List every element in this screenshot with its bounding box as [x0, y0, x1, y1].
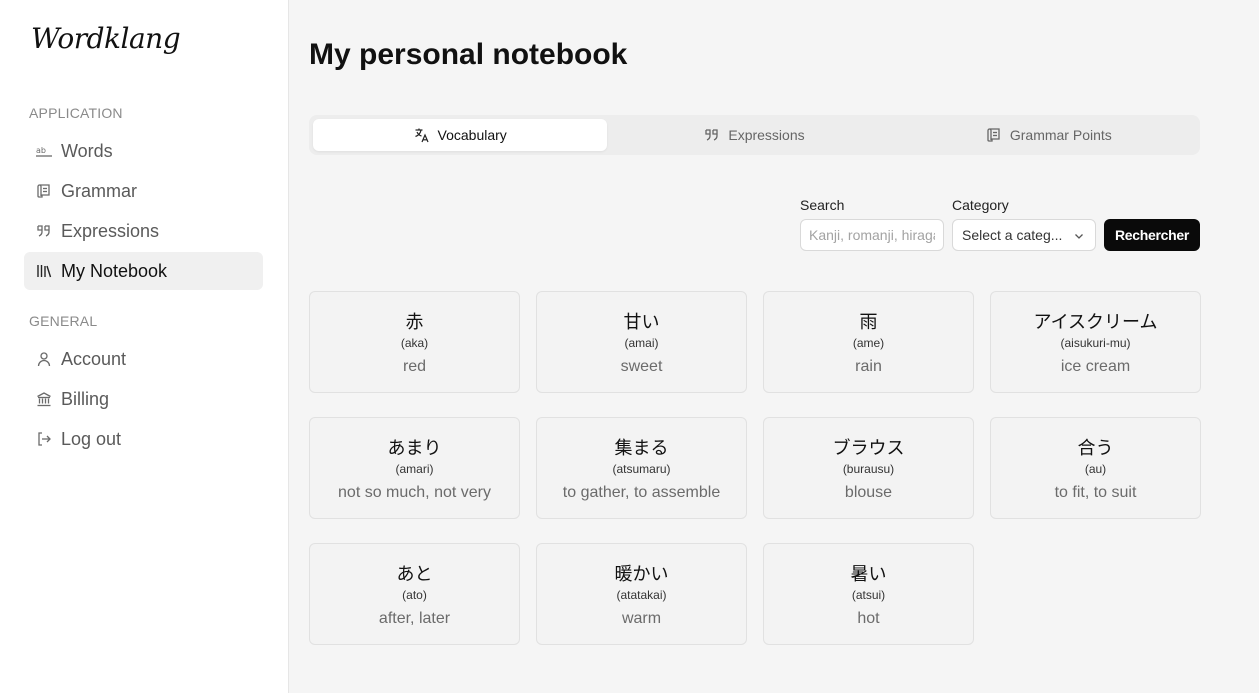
tab-label: Grammar Points: [1009, 127, 1112, 143]
card-meaning: after, later: [378, 610, 451, 627]
tab-label: Expressions: [728, 127, 805, 143]
card-romaji: (ato): [402, 588, 427, 602]
ab-text-icon: ab: [35, 142, 53, 160]
vocabulary-card[interactable]: ブラウス (burausu) blouse: [763, 417, 974, 519]
translate-icon: [414, 127, 430, 143]
category-label: Category: [952, 197, 1009, 213]
card-romaji: (aka): [400, 336, 429, 350]
card-word: 集まる: [614, 438, 669, 459]
card-meaning: warm: [621, 610, 662, 627]
category-select[interactable]: Select a categ...: [952, 219, 1096, 251]
vocabulary-card[interactable]: あまり (amari) not so much, not very: [309, 417, 520, 519]
vocabulary-grid: 赤 (aka) red 甘い (amai) sweet 雨 (ame) rain アイスクリーム (…: [309, 291, 1201, 645]
bank-icon: [35, 390, 53, 408]
vocabulary-card[interactable]: アイスクリーム (aisukuri-mu) ice cream: [990, 291, 1201, 393]
sidebar-item-account[interactable]: Account: [24, 340, 263, 378]
tab-label: Vocabulary: [437, 127, 507, 143]
card-word: アイスクリーム: [1033, 312, 1158, 333]
sidebar-item-label: Grammar: [61, 180, 137, 201]
svg-text:ab: ab: [36, 146, 46, 155]
search-label: Search: [800, 197, 845, 213]
logout-icon: [35, 430, 53, 448]
vocabulary-card[interactable]: 集まる (atsumaru) to gather, to assemble: [536, 417, 747, 519]
sidebar-item-log-out[interactable]: Log out: [24, 420, 263, 458]
section-title-general: GENERAL: [29, 313, 98, 329]
scroll-icon: [986, 127, 1002, 143]
card-word: 赤: [405, 312, 424, 333]
sidebar-item-label: Account: [61, 348, 127, 369]
card-meaning: to fit, to suit: [1054, 484, 1137, 501]
card-romaji: (burausu): [842, 462, 895, 476]
search-input[interactable]: [800, 219, 944, 251]
card-meaning: to gather, to assemble: [562, 484, 721, 501]
card-meaning: hot: [857, 610, 880, 627]
card-romaji: (au): [1084, 462, 1107, 476]
user-icon: [35, 350, 53, 368]
vocabulary-card[interactable]: 雨 (ame) rain: [763, 291, 974, 393]
category-select-value: Select a categ...: [962, 227, 1063, 243]
sidebar-item-label: Expressions: [61, 220, 160, 241]
card-word: ブラウス: [832, 438, 905, 459]
tab-grammar-points[interactable]: Grammar Points: [902, 119, 1196, 151]
card-word: 暑い: [850, 564, 887, 585]
vocabulary-card[interactable]: 赤 (aka) red: [309, 291, 520, 393]
sidebar-item-words[interactable]: ab Words: [24, 132, 263, 170]
sidebar-item-my-notebook[interactable]: My Notebook: [24, 252, 263, 290]
card-meaning: rain: [855, 358, 882, 375]
card-word: あと: [396, 564, 433, 585]
vocabulary-card[interactable]: 暖かい (atatakai) warm: [536, 543, 747, 645]
card-word: あまり: [387, 438, 442, 459]
card-meaning: sweet: [620, 358, 663, 375]
page-title: My personal notebook: [309, 38, 628, 71]
card-word: 甘い: [623, 312, 660, 333]
card-meaning: ice cream: [1060, 358, 1131, 375]
card-romaji: (atsumaru): [612, 462, 671, 476]
vocabulary-card[interactable]: 合う (au) to fit, to suit: [990, 417, 1201, 519]
search-button[interactable]: Rechercher: [1104, 219, 1200, 251]
sidebar-item-grammar[interactable]: Grammar: [24, 172, 263, 210]
card-word: 合う: [1077, 438, 1114, 459]
card-word: 暖かい: [614, 564, 669, 585]
sidebar-item-label: Log out: [61, 428, 122, 449]
chevron-down-icon: [1073, 229, 1085, 245]
card-meaning: blouse: [844, 484, 893, 501]
card-meaning: red: [402, 358, 427, 375]
main-content: My personal notebook Vocabulary Expressi…: [289, 0, 1259, 693]
vocabulary-card[interactable]: 甘い (amai) sweet: [536, 291, 747, 393]
tab-bar: Vocabulary Expressions Grammar Points: [309, 115, 1200, 155]
card-romaji: (ame): [852, 336, 885, 350]
section-title-application: APPLICATION: [29, 105, 123, 121]
vocabulary-card[interactable]: 暑い (atsui) hot: [763, 543, 974, 645]
card-romaji: (amai): [624, 336, 659, 350]
card-word: 雨: [859, 312, 878, 333]
card-romaji: (atatakai): [616, 588, 667, 602]
sidebar-item-expressions[interactable]: Expressions: [24, 212, 263, 250]
tab-expressions[interactable]: Expressions: [607, 119, 901, 151]
quote-icon: [35, 222, 53, 240]
sidebar: Wordklang APPLICATION ab Words Grammar E…: [0, 0, 289, 693]
card-meaning: not so much, not very: [338, 484, 491, 501]
sidebar-item-label: Billing: [61, 388, 110, 409]
sidebar-item-label: Words: [61, 140, 113, 161]
quote-icon: [704, 128, 720, 142]
card-romaji: (aisukuri-mu): [1060, 336, 1131, 350]
sidebar-item-billing[interactable]: Billing: [24, 380, 263, 418]
card-romaji: (amari): [395, 462, 434, 476]
vocabulary-card[interactable]: あと (ato) after, later: [309, 543, 520, 645]
tab-vocabulary[interactable]: Vocabulary: [313, 119, 608, 151]
sidebar-item-label: My Notebook: [61, 260, 168, 281]
card-romaji: (atsui): [851, 588, 886, 602]
scroll-icon: [35, 182, 53, 200]
library-icon: [35, 262, 53, 280]
app-logo[interactable]: Wordklang: [31, 22, 181, 55]
